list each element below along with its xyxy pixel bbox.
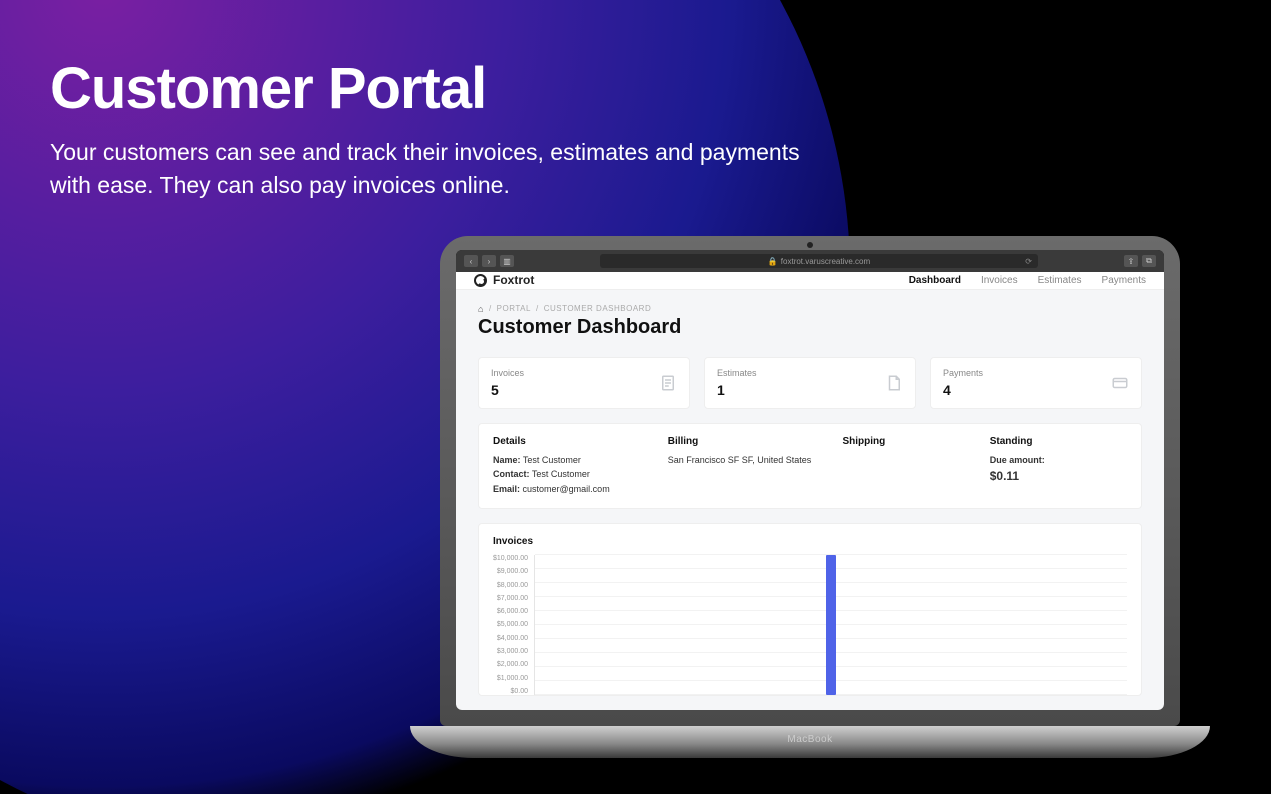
y-tick-label: $0.00 — [493, 688, 528, 695]
y-tick-label: $10,000.00 — [493, 555, 528, 562]
laptop-mockup: ‹ › ▥ 🔒 foxtrot.varuscreative.com ⟳ ⇪ ⧉ — [440, 236, 1180, 758]
browser-toolbar: ‹ › ▥ 🔒 foxtrot.varuscreative.com ⟳ ⇪ ⧉ — [456, 250, 1164, 272]
app-logo-icon — [474, 274, 487, 287]
nav-invoices[interactable]: Invoices — [981, 275, 1018, 286]
details-heading: Details — [493, 436, 658, 447]
stat-value: 4 — [943, 382, 983, 398]
chart-bar — [826, 555, 836, 695]
y-tick-label: $9,000.00 — [493, 568, 528, 575]
app-viewport: Foxtrot Dashboard Invoices Estimates Pay… — [456, 272, 1164, 710]
shipping-section: Shipping — [842, 436, 979, 496]
invoices-chart-card: Invoices $10,000.00 $9,000.00 $8,000.00 $7,… — [478, 523, 1142, 696]
browser-sidebar-button[interactable]: ▥ — [500, 255, 514, 267]
y-tick-label: $5,000.00 — [493, 621, 528, 628]
y-tick-label: $7,000.00 — [493, 595, 528, 602]
standing-section: Standing Due amount: $0.11 — [990, 436, 1127, 496]
browser-share-button[interactable]: ⇪ — [1124, 255, 1138, 267]
customer-name: Test Customer — [523, 455, 581, 465]
nav-estimates[interactable]: Estimates — [1038, 275, 1082, 286]
hero-section: Customer Portal Your customers can see a… — [50, 55, 800, 203]
customer-contact: Test Customer — [532, 469, 590, 479]
browser-tabs-button[interactable]: ⧉ — [1142, 255, 1156, 267]
laptop-screen: ‹ › ▥ 🔒 foxtrot.varuscreative.com ⟳ ⇪ ⧉ — [456, 250, 1164, 710]
marketing-slide: Customer Portal Your customers can see a… — [0, 0, 1271, 794]
camera-icon — [807, 242, 813, 248]
billing-heading: Billing — [668, 436, 833, 447]
credit-card-icon — [1111, 374, 1129, 392]
laptop-brand-label: MacBook — [787, 734, 832, 745]
y-tick-label: $3,000.00 — [493, 648, 528, 655]
shipping-heading: Shipping — [842, 436, 979, 447]
billing-section: Billing San Francisco SF SF, United Stat… — [668, 436, 833, 496]
invoice-icon — [659, 374, 677, 392]
stat-value: 1 — [717, 382, 757, 398]
app-brand[interactable]: Foxtrot — [474, 273, 534, 287]
nav-payments[interactable]: Payments — [1102, 275, 1146, 286]
hero-subtitle: Your customers can see and track their i… — [50, 136, 800, 203]
breadcrumb: ⌂ / PORTAL / CUSTOMER DASHBOARD — [478, 304, 1142, 314]
stat-row: Invoices 5 Estimates 1 — [478, 357, 1142, 409]
refresh-icon[interactable]: ⟳ — [1025, 257, 1032, 266]
chart-y-axis: $10,000.00 $9,000.00 $8,000.00 $7,000.00 $6,… — [493, 555, 534, 695]
customer-email: customer@gmail.com — [523, 484, 610, 494]
app-brand-name: Foxtrot — [493, 273, 534, 287]
stat-card-estimates[interactable]: Estimates 1 — [704, 357, 916, 409]
invoices-chart: $10,000.00 $9,000.00 $8,000.00 $7,000.00 $6,… — [493, 555, 1127, 695]
stat-card-payments[interactable]: Payments 4 — [930, 357, 1142, 409]
y-tick-label: $2,000.00 — [493, 661, 528, 668]
browser-url: foxtrot.varuscreative.com — [781, 257, 870, 266]
chart-plot-area — [534, 555, 1127, 695]
lock-icon: 🔒 — [768, 257, 778, 266]
browser-back-button[interactable]: ‹ — [464, 255, 478, 267]
stat-label: Estimates — [717, 368, 757, 378]
y-tick-label: $8,000.00 — [493, 582, 528, 589]
nav-dashboard[interactable]: Dashboard — [909, 275, 961, 286]
browser-address-bar[interactable]: 🔒 foxtrot.varuscreative.com ⟳ — [600, 254, 1038, 268]
laptop-base: MacBook — [410, 726, 1210, 758]
stat-value: 5 — [491, 382, 524, 398]
stat-label: Payments — [943, 368, 983, 378]
breadcrumb-current: CUSTOMER DASHBOARD — [544, 304, 652, 313]
app-header: Foxtrot Dashboard Invoices Estimates Pay… — [456, 272, 1164, 290]
standing-heading: Standing — [990, 436, 1127, 447]
details-section: Details Name: Test Customer Contact: Tes… — [493, 436, 658, 496]
app-content: ⌂ / PORTAL / CUSTOMER DASHBOARD Customer… — [456, 290, 1164, 710]
breadcrumb-portal[interactable]: PORTAL — [497, 304, 531, 313]
laptop-lid: ‹ › ▥ 🔒 foxtrot.varuscreative.com ⟳ ⇪ ⧉ — [440, 236, 1180, 726]
billing-address: San Francisco SF SF, United States — [668, 453, 833, 467]
app-nav: Dashboard Invoices Estimates Payments — [909, 275, 1146, 286]
document-icon — [885, 374, 903, 392]
due-amount-label: Due amount: — [990, 455, 1045, 465]
due-amount-value: $0.11 — [990, 467, 1127, 486]
browser-forward-button[interactable]: › — [482, 255, 496, 267]
hero-title: Customer Portal — [50, 55, 800, 122]
page-title: Customer Dashboard — [478, 316, 1142, 339]
home-icon[interactable]: ⌂ — [478, 304, 484, 314]
chart-title: Invoices — [493, 536, 1127, 547]
stat-card-invoices[interactable]: Invoices 5 — [478, 357, 690, 409]
stat-label: Invoices — [491, 368, 524, 378]
y-tick-label: $1,000.00 — [493, 675, 528, 682]
y-tick-label: $6,000.00 — [493, 608, 528, 615]
customer-info-card: Details Name: Test Customer Contact: Tes… — [478, 423, 1142, 509]
y-tick-label: $4,000.00 — [493, 635, 528, 642]
